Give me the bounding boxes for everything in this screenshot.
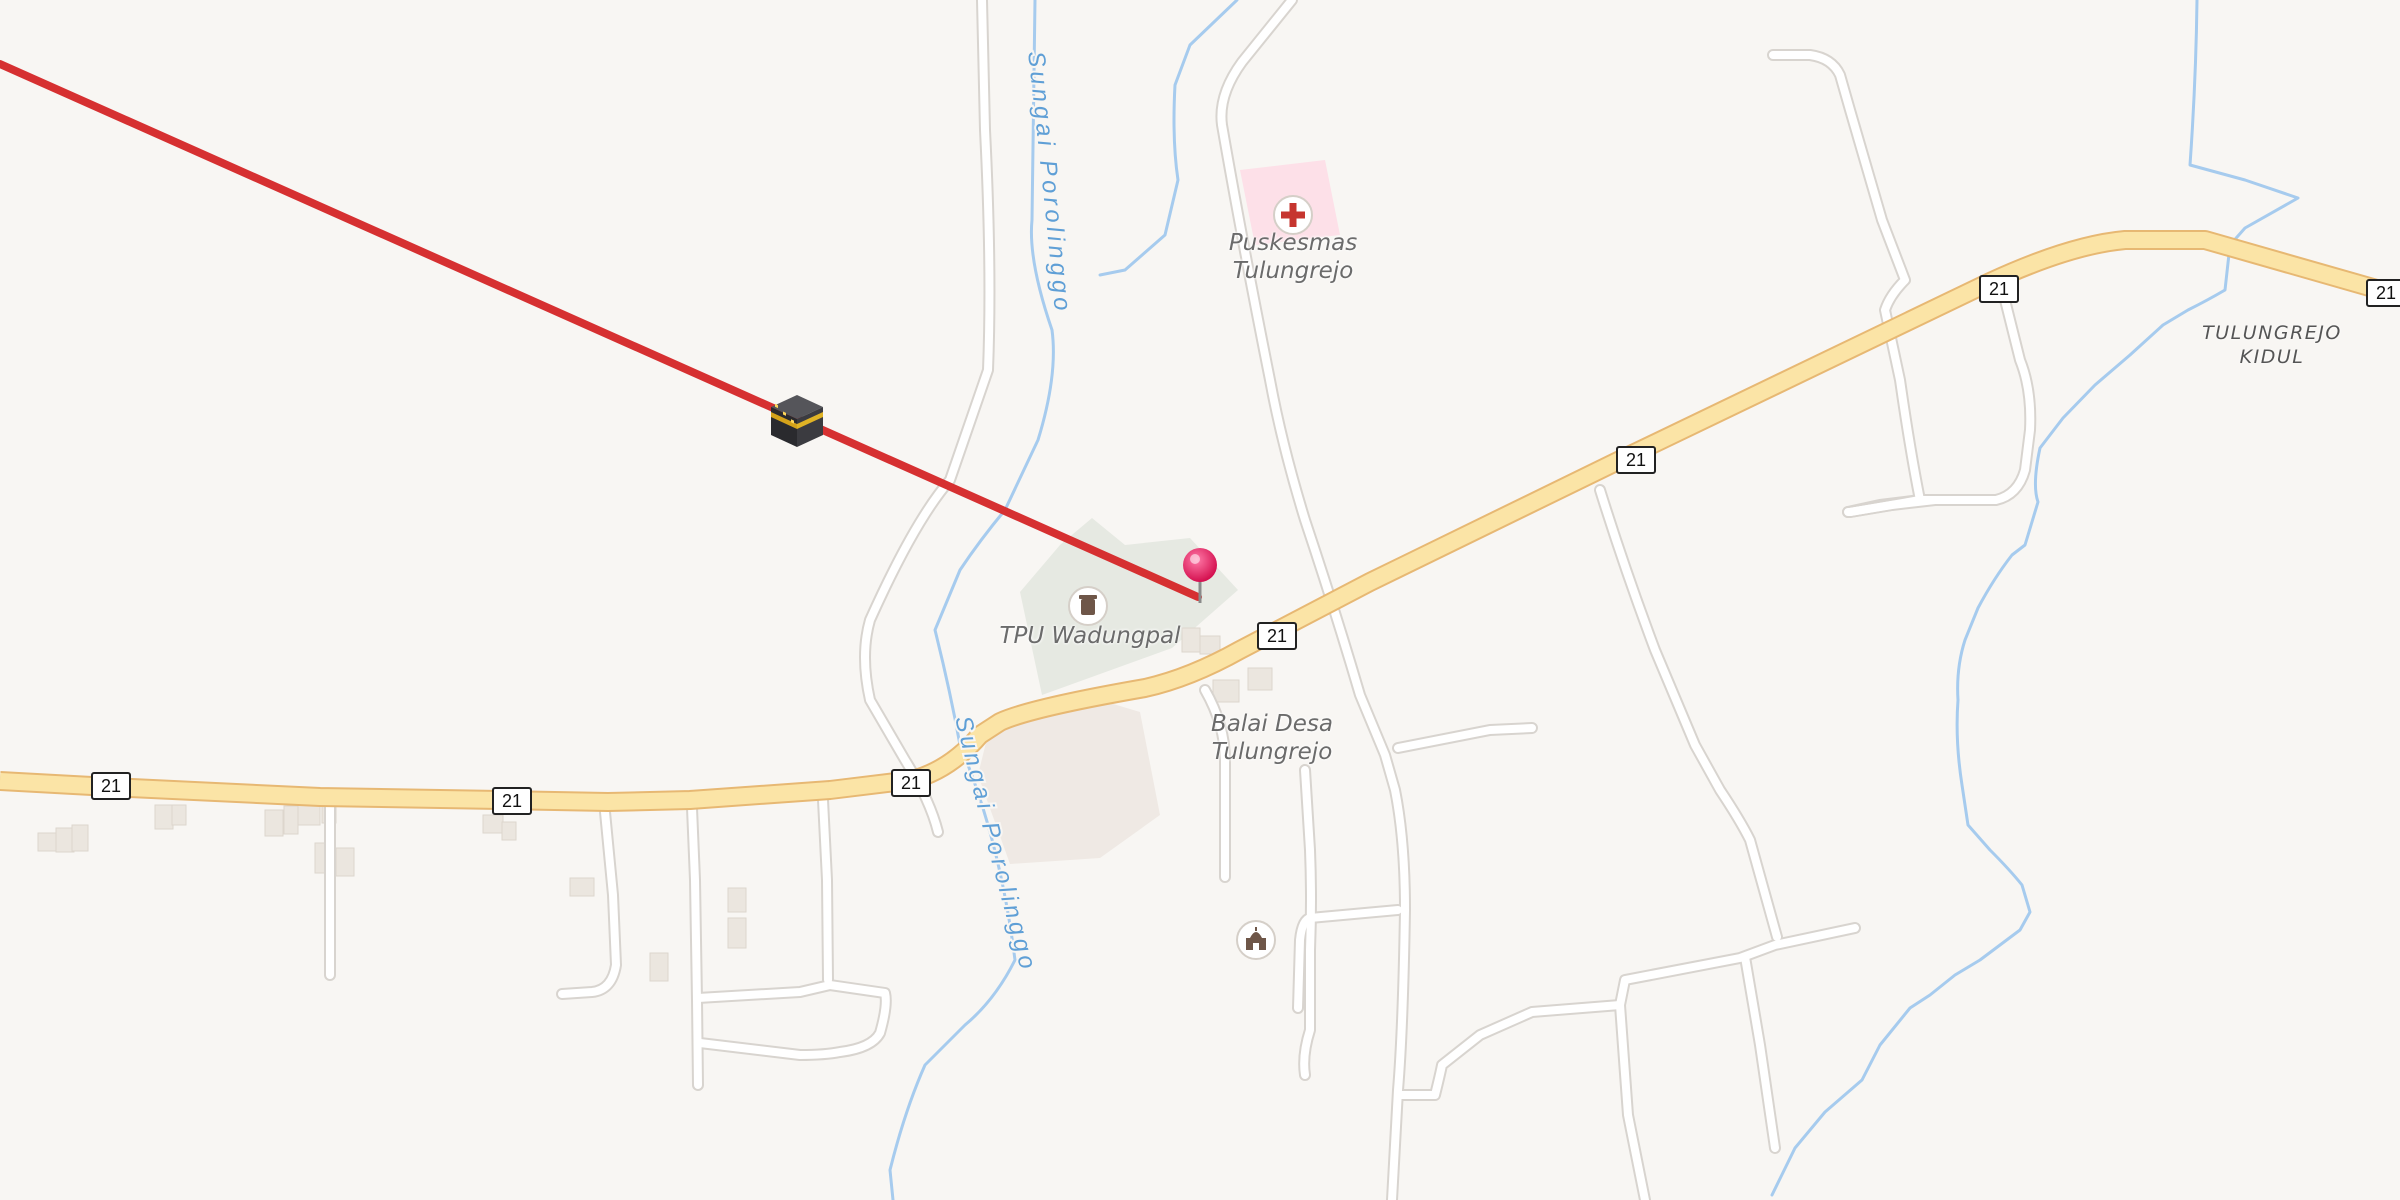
- mosque-icon[interactable]: [1236, 920, 1276, 960]
- route-shield-21: 21: [1257, 622, 1297, 650]
- kaaba-icon[interactable]: [771, 395, 823, 447]
- balai-desa-label: Balai Desa Tulungrejo: [1192, 710, 1352, 766]
- puskesmas-label-line2: Tulungrejo: [1232, 258, 1354, 284]
- cemetery-icon[interactable]: [1068, 586, 1108, 626]
- route-shield-21: 21: [492, 787, 532, 815]
- place-label-line2: KIDUL: [2239, 346, 2305, 368]
- puskesmas-label: Puskesmas Tulungrejo: [1212, 229, 1374, 285]
- route-shield-21: 21: [2366, 279, 2400, 307]
- river-label-upper: Sungai Porolinggo: [1022, 50, 1076, 316]
- place-label-tulungrejo-kidul: TULUNGREJO KIDUL: [2172, 321, 2372, 369]
- route-shield-21: 21: [1616, 446, 1656, 474]
- qibla-direction-line: [0, 60, 1202, 601]
- place-label-line1: TULUNGREJO: [2202, 322, 2342, 344]
- puskesmas-label-line1: Puskesmas: [1228, 230, 1358, 256]
- route-shield-21: 21: [1979, 275, 2019, 303]
- tpu-label: TPU Wadungpal: [999, 623, 1181, 649]
- map-canvas[interactable]: Sungai Porolinggo Sungai Porolinggo Pusk…: [0, 0, 2400, 1200]
- map-layers: Sungai Porolinggo Sungai Porolinggo: [0, 0, 2400, 1200]
- balai-desa-label-line1: Balai Desa: [1211, 711, 1333, 737]
- route-shield-21: 21: [91, 772, 131, 800]
- route-shield-21: 21: [891, 769, 931, 797]
- balai-desa-label-line2: Tulungrejo: [1211, 739, 1333, 765]
